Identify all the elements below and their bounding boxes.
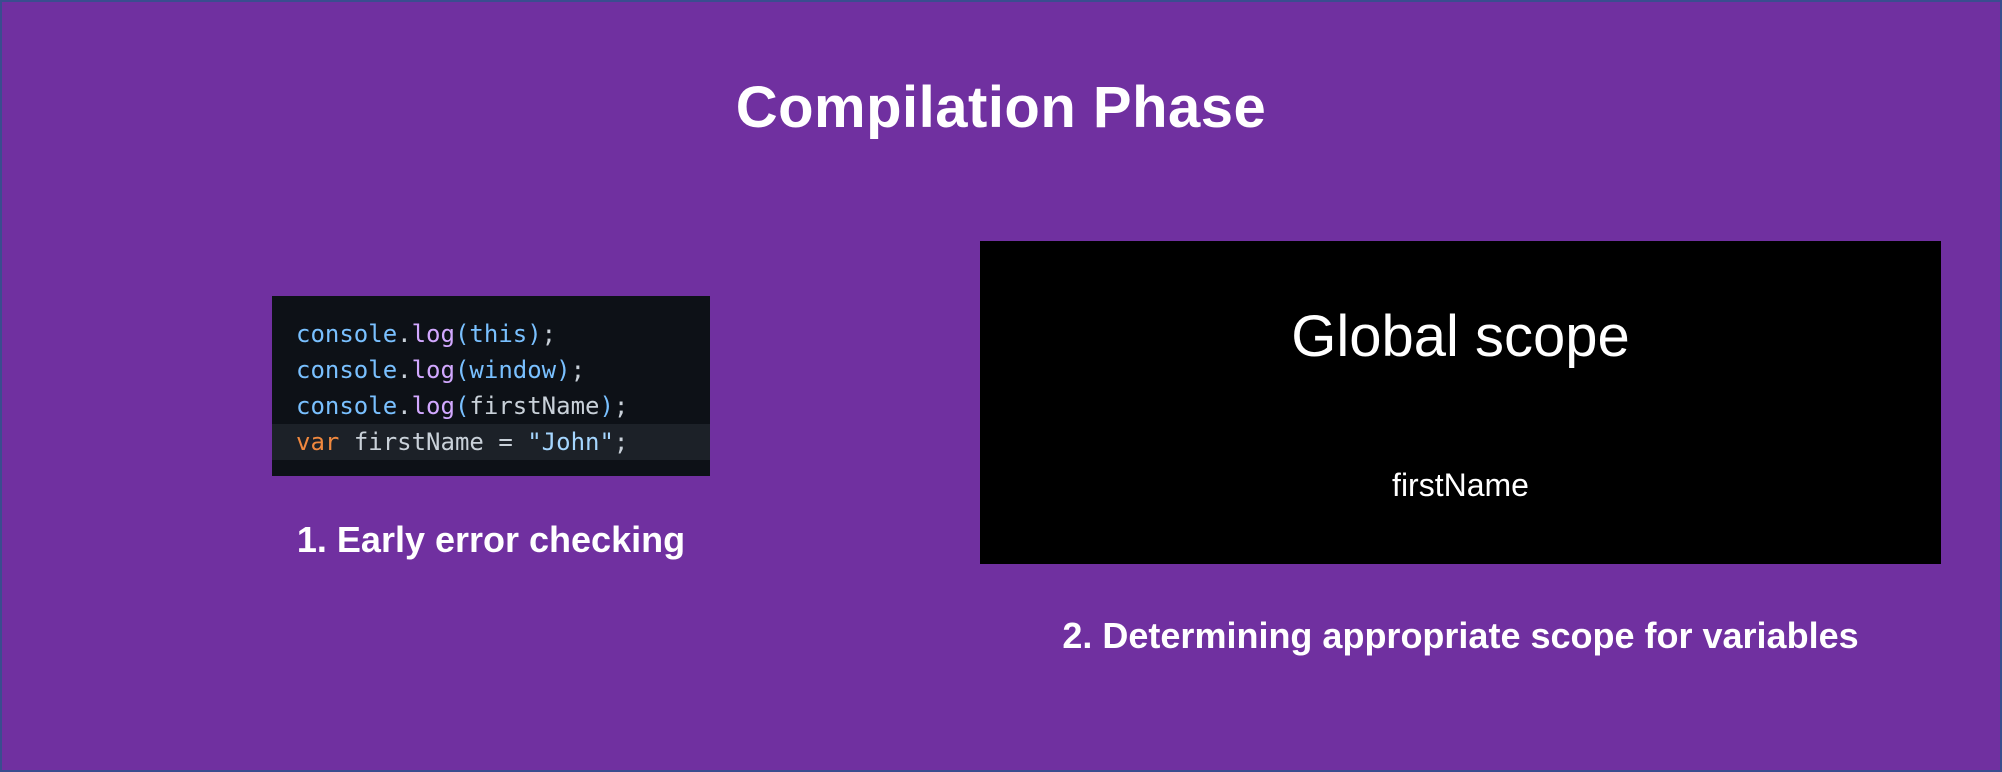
code-line-2: console.log(window); xyxy=(272,352,710,388)
code-token: . xyxy=(397,392,412,420)
slide-title: Compilation Phase xyxy=(735,75,1267,140)
code-token: console xyxy=(296,320,398,348)
code-token: ) xyxy=(527,320,542,348)
code-token: firstName xyxy=(353,428,484,456)
code-token: log xyxy=(411,356,455,384)
code-token: ; xyxy=(541,320,557,348)
code-token: var xyxy=(296,428,340,456)
code-line-3: console.log(firstName); xyxy=(272,388,710,424)
scope-variable: firstName xyxy=(1392,467,1529,503)
code-token: log xyxy=(411,392,455,420)
code-token: = xyxy=(498,428,513,456)
code-token: window xyxy=(469,356,557,384)
code-snippet: console.log(this); console.log(window); … xyxy=(272,296,710,476)
code-token: . xyxy=(397,320,412,348)
code-token: ; xyxy=(613,428,629,456)
code-token: log xyxy=(411,320,455,348)
code-token: ( xyxy=(454,392,470,420)
code-token: console xyxy=(296,356,398,384)
caption-determining-scope: 2. Determining appropriate scope for var… xyxy=(1062,615,1859,656)
code-token: ; xyxy=(613,392,629,420)
scope-title: Global scope xyxy=(1291,304,1630,369)
code-token: ) xyxy=(556,356,571,384)
caption-early-error-checking: 1. Early error checking xyxy=(296,519,686,560)
code-token: . xyxy=(397,356,412,384)
code-token: ( xyxy=(454,320,470,348)
global-scope-box: Global scope firstName xyxy=(980,241,1941,564)
code-token: firstName xyxy=(469,392,600,420)
code-token: ( xyxy=(454,356,470,384)
code-line-1: console.log(this); xyxy=(272,316,710,352)
code-token: console xyxy=(296,392,398,420)
code-token: "John" xyxy=(527,428,614,456)
code-token: ; xyxy=(570,356,586,384)
code-line-4: var firstName = "John"; xyxy=(272,424,710,460)
code-token: ) xyxy=(599,392,614,420)
code-token: this xyxy=(469,320,528,348)
